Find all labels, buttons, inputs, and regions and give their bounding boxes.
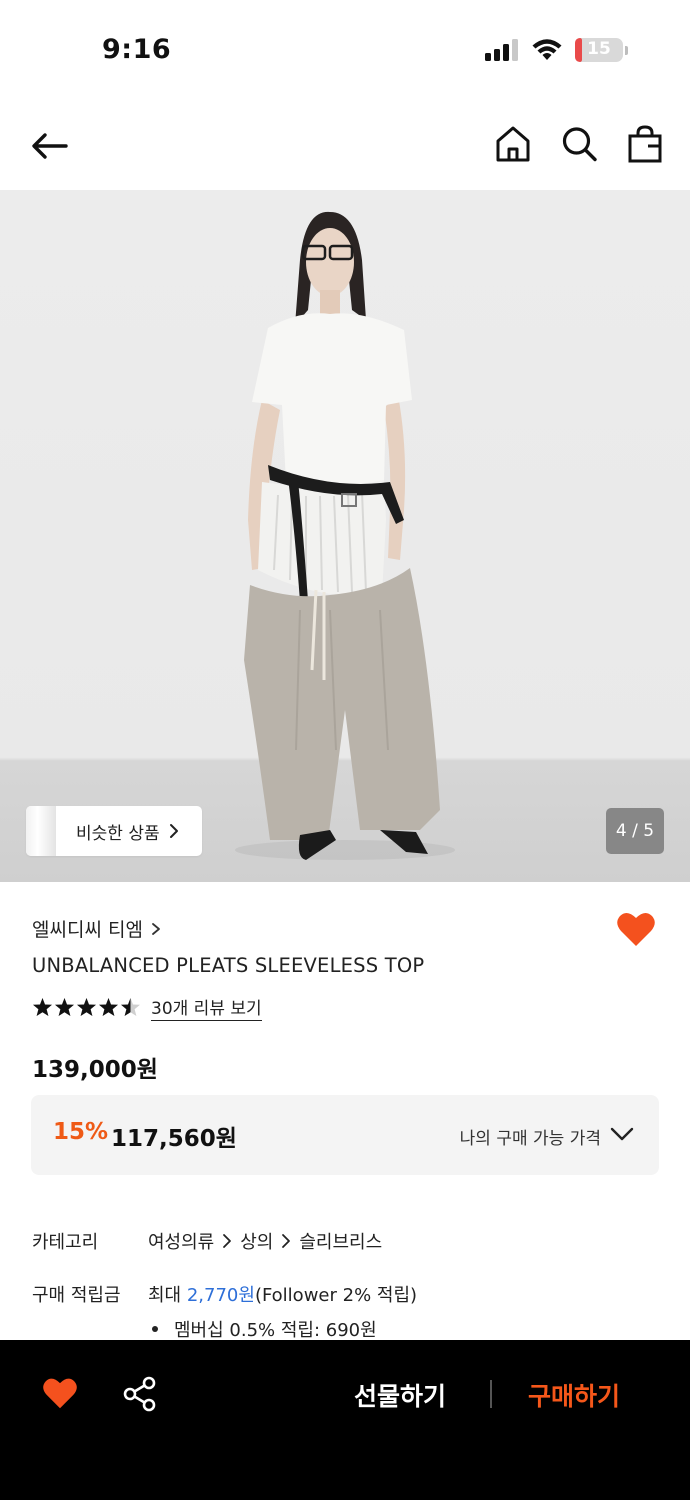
buy-button[interactable]: 구매하기 <box>528 1377 620 1413</box>
chevron-right-icon <box>282 1234 291 1248</box>
top-nav-bar <box>0 100 690 190</box>
star-icon <box>99 998 118 1016</box>
rating-stars <box>32 997 141 1018</box>
my-price-label: 나의 구매 가능 가격 <box>459 1129 601 1149</box>
bottom-action-bar: 선물하기 구매하기 <box>0 1340 690 1500</box>
signal-icon <box>485 39 518 61</box>
gift-button[interactable]: 선물하기 <box>354 1377 446 1413</box>
home-icon[interactable] <box>494 124 532 164</box>
status-time: 9:16 <box>102 34 172 65</box>
chevron-right-icon <box>169 824 178 838</box>
share-icon[interactable] <box>122 1376 158 1412</box>
category-item[interactable]: 상의 <box>240 1228 273 1254</box>
points-prefix: 최대 <box>148 1285 187 1306</box>
product-photo <box>235 211 455 860</box>
points-suffix: (Follower 2% 적립) <box>254 1285 418 1306</box>
chevron-right-icon <box>152 922 160 935</box>
search-icon[interactable] <box>560 124 598 164</box>
battery-icon: 15 <box>575 38 628 62</box>
battery-percent: 15 <box>587 39 611 59</box>
bullet-dot <box>152 1326 158 1332</box>
status-bar: 9:16 15 <box>0 0 690 100</box>
points-amount: 2,770원 <box>186 1285 255 1306</box>
star-icon <box>55 998 74 1016</box>
star-icon <box>33 998 52 1016</box>
similar-products-button[interactable]: 비슷한 상품 <box>26 806 202 856</box>
category-item[interactable]: 여성의류 <box>148 1228 214 1254</box>
original-price: 139,000원 <box>32 1057 158 1083</box>
wifi-icon <box>532 39 562 60</box>
similar-products-label: 비슷한 상품 <box>76 823 160 844</box>
category-item[interactable]: 슬리브리스 <box>299 1228 382 1254</box>
membership-note-text: 멤버십 0.5% 적립: 690원 <box>174 1320 377 1341</box>
chevron-down-icon <box>610 1127 634 1141</box>
membership-note: 멤버십 0.5% 적립: 690원 <box>152 1316 377 1342</box>
chevron-right-icon <box>223 1234 232 1248</box>
shopping-bag-icon[interactable] <box>626 124 664 164</box>
star-icon <box>121 998 140 1016</box>
divider <box>490 1380 492 1408</box>
rating-row: 30개 리뷰 보기 <box>32 994 262 1021</box>
back-arrow-icon[interactable] <box>28 124 72 168</box>
product-image-carousel[interactable]: 비슷한 상품 4 / 5 <box>0 190 690 882</box>
brand-link[interactable]: 엘씨디씨 티엠 <box>32 915 161 942</box>
category-path: 여성의류 상의 슬리브리스 <box>148 1228 382 1254</box>
status-icons: 15 <box>485 38 628 62</box>
similar-product-thumbnail <box>26 806 56 856</box>
favorite-heart-icon[interactable] <box>616 910 656 948</box>
brand-name: 엘씨디씨 티엠 <box>32 919 143 941</box>
review-link[interactable]: 30개 리뷰 보기 <box>151 994 262 1021</box>
discount-price: 117,560원 <box>111 1126 237 1152</box>
discount-rate: 15% <box>53 1119 109 1145</box>
points-label: 구매 적립금 <box>32 1285 121 1306</box>
product-name: UNBALANCED PLEATS SLEEVELESS TOP <box>32 954 425 977</box>
my-price-dropdown[interactable]: 15% 117,560원 나의 구매 가능 가격 <box>31 1095 659 1175</box>
points-value: 최대 2,770원 (Follower 2% 적립) <box>148 1281 417 1307</box>
star-icon <box>77 998 96 1016</box>
category-label: 카테고리 <box>32 1232 99 1253</box>
image-page-indicator: 4 / 5 <box>606 808 664 854</box>
nav-actions <box>494 124 664 164</box>
heart-icon[interactable] <box>42 1376 78 1410</box>
